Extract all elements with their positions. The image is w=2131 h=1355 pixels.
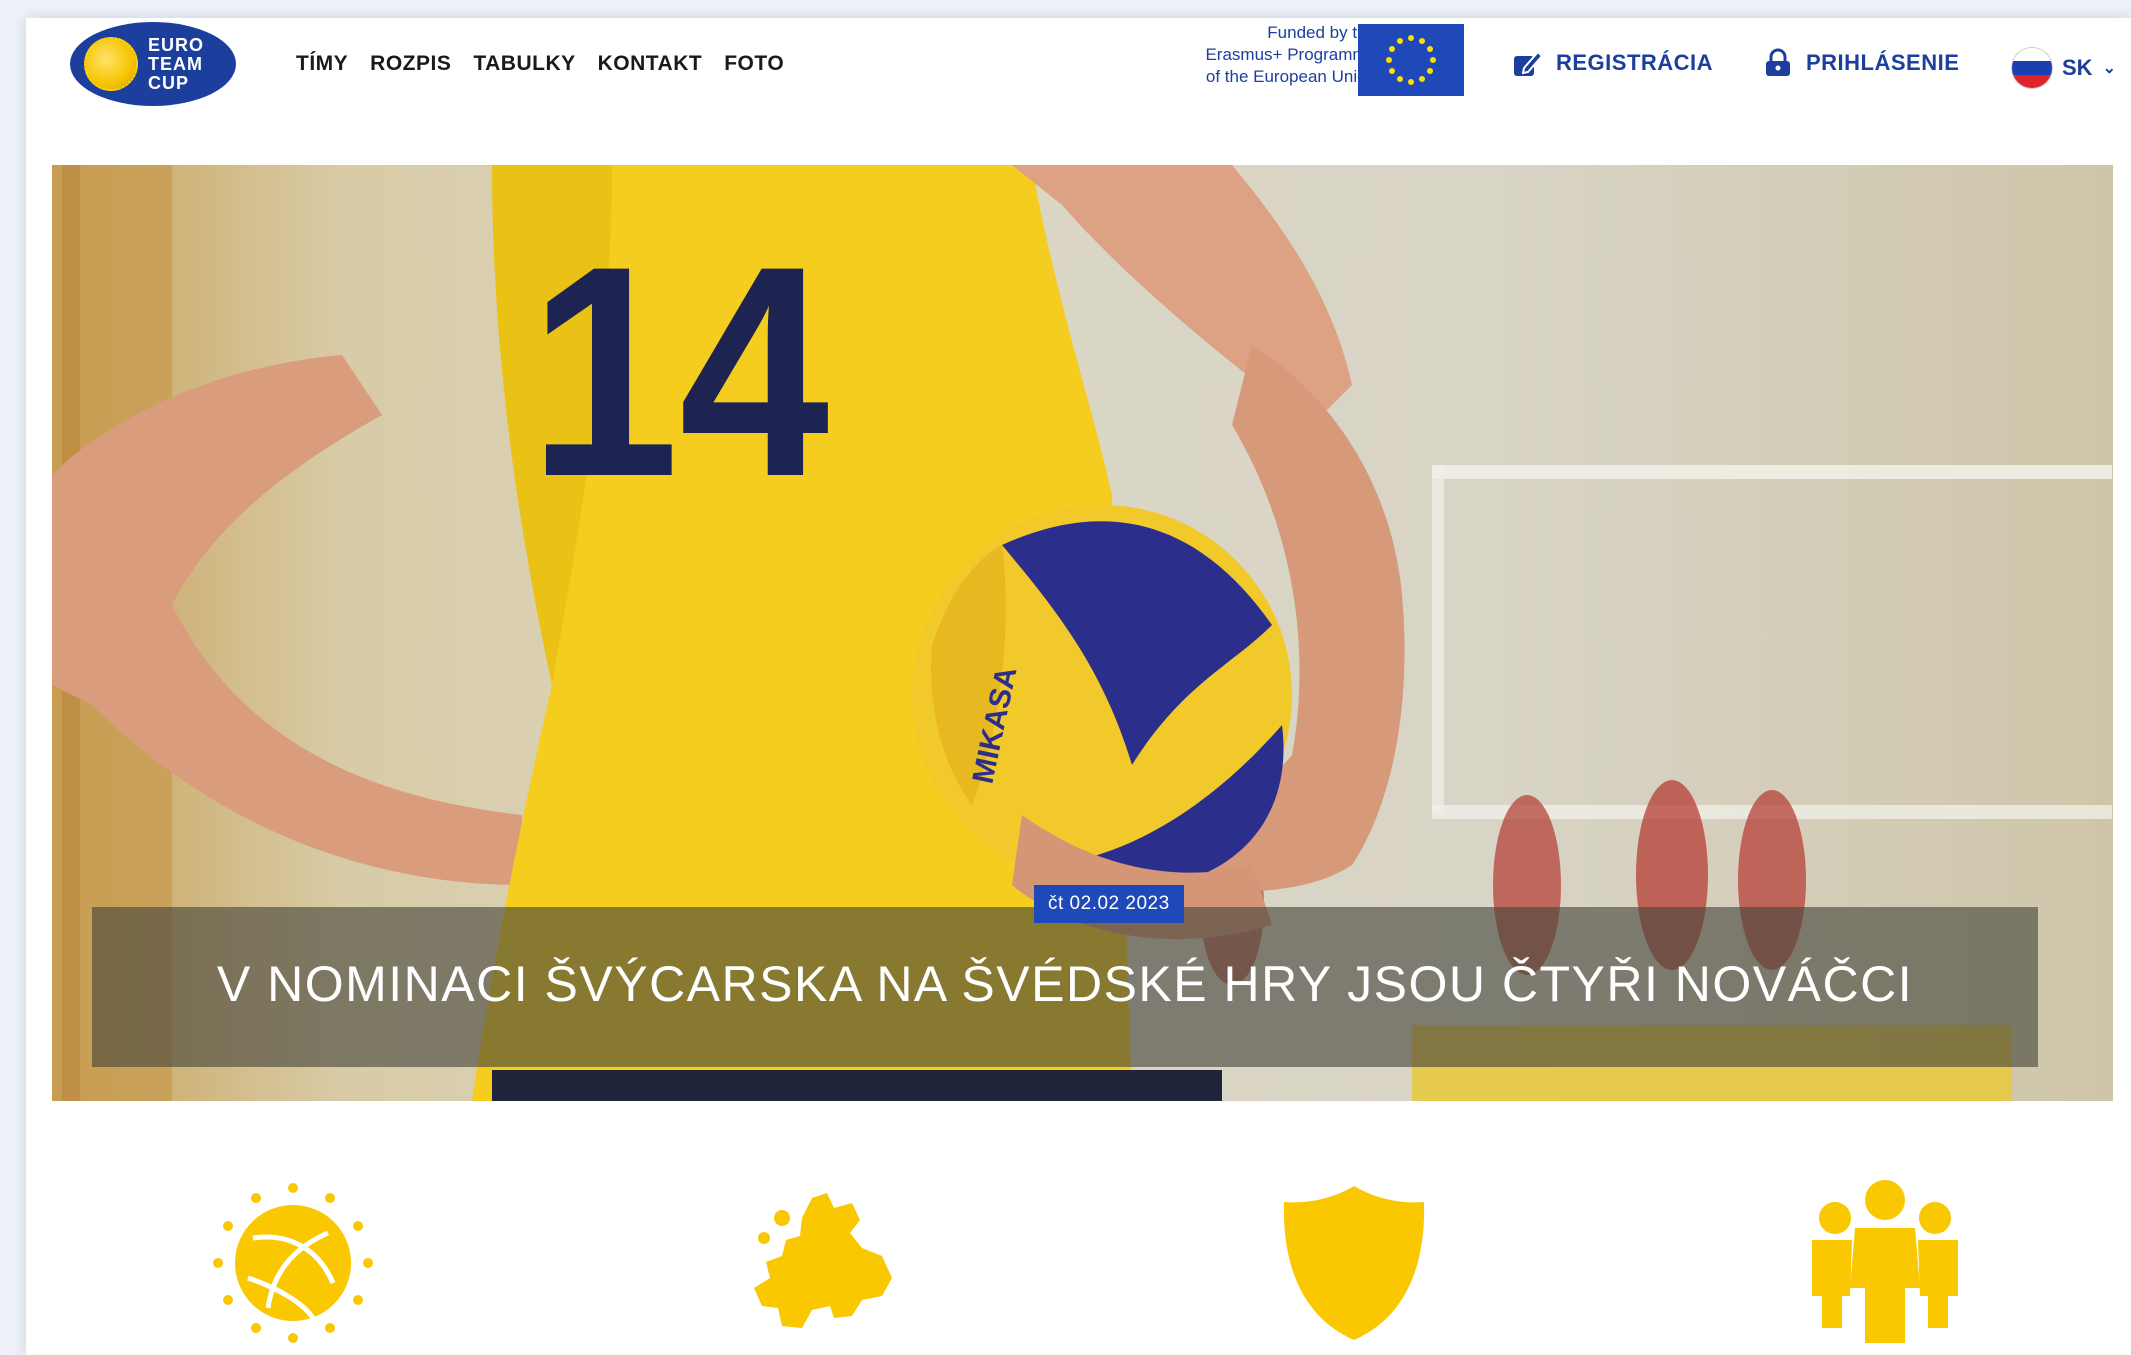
logo-ball-icon xyxy=(84,37,138,91)
register-label: REGISTRÁCIA xyxy=(1556,50,1714,75)
site-header: EURO TEAM CUP TÍMY ROZPIS TABULKY KONTAK… xyxy=(26,18,2131,138)
login-link[interactable]: PRIHLÁSENIE xyxy=(1762,48,1959,78)
hero-banner[interactable]: 14 MIKASA čt 02.02 2023 V NOMINACI ŠVÝCA… xyxy=(52,165,2113,1101)
nav-item-kontakt[interactable]: KONTAKT xyxy=(598,52,703,76)
nav-item-timy[interactable]: TÍMY xyxy=(296,52,348,76)
erasmus-funding-text: Funded by the Erasmus+ Programme of the … xyxy=(1205,23,1376,86)
nav-item-foto[interactable]: FOTO xyxy=(724,52,784,76)
lock-icon xyxy=(1766,48,1790,76)
date-badge: čt 02.02 2023 xyxy=(1034,885,1184,923)
chevron-down-icon: ⌄ xyxy=(2102,60,2116,77)
shield-icon[interactable] xyxy=(1274,1178,1434,1348)
nav-item-tabulky[interactable]: TABULKY xyxy=(473,52,575,76)
pencil-icon xyxy=(1514,50,1544,76)
slovak-flag-icon xyxy=(2012,48,2052,88)
register-link[interactable]: REGISTRÁCIA xyxy=(1512,48,1713,78)
main-nav: TÍMY ROZPIS TABULKY KONTAKT FOTO xyxy=(296,52,784,76)
svg-text:14: 14 xyxy=(529,205,831,539)
logo[interactable]: EURO TEAM CUP xyxy=(70,22,236,106)
language-selector[interactable]: SK ⌄ xyxy=(2012,48,2116,88)
hero-headline[interactable]: V NOMINACI ŠVÝCARSKA NA ŠVÉDSKÉ HRY JSOU… xyxy=(92,955,2038,1013)
logo-text: EURO TEAM CUP xyxy=(148,34,205,93)
europe-map-icon[interactable] xyxy=(742,1178,902,1348)
feature-icons xyxy=(26,1178,2131,1355)
page-frame: EURO TEAM CUP TÍMY ROZPIS TABULKY KONTAK… xyxy=(26,18,2131,1355)
eu-flag-icon xyxy=(1358,24,1464,96)
nav-item-rozpis[interactable]: ROZPIS xyxy=(370,52,451,76)
language-label: SK xyxy=(2062,55,2093,80)
volleyball-stars-icon[interactable] xyxy=(208,1178,378,1348)
login-label: PRIHLÁSENIE xyxy=(1806,50,1960,75)
team-icon[interactable] xyxy=(1800,1178,1970,1348)
